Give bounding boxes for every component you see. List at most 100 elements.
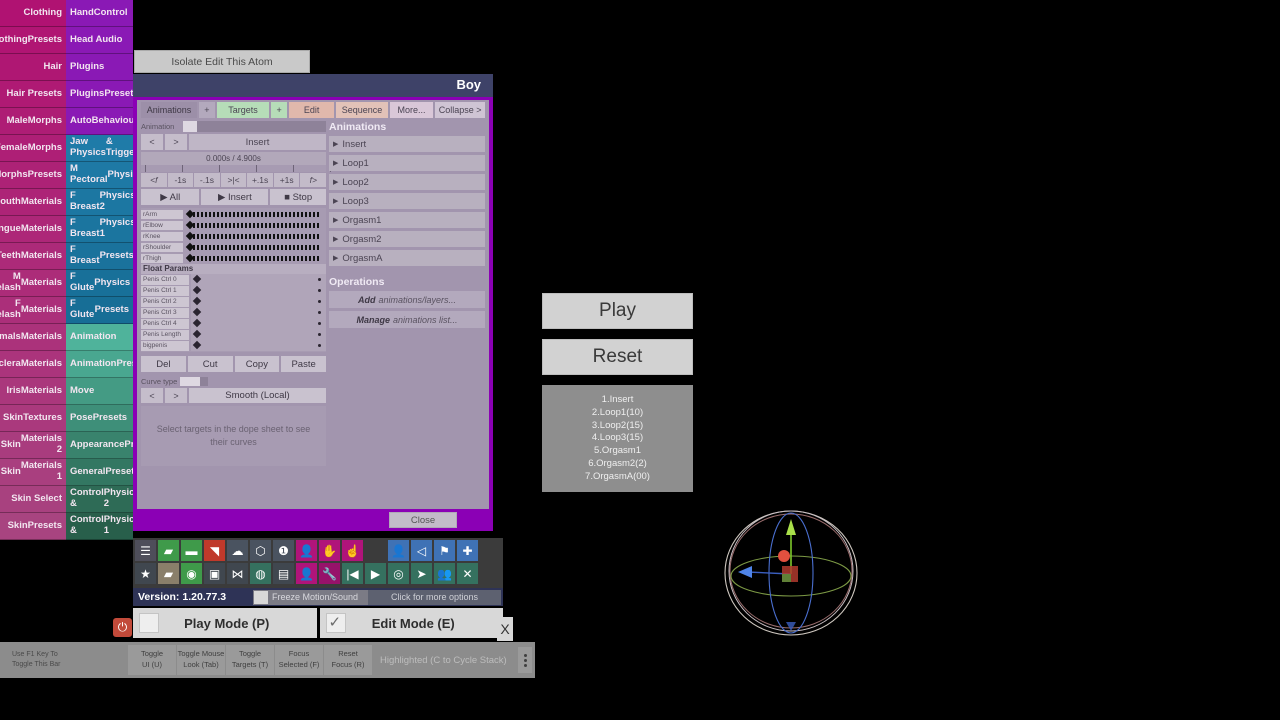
- float-param-track-5[interactable]: [191, 329, 326, 340]
- sidebar-item-right-7[interactable]: F Breast Physics 2: [66, 189, 133, 216]
- freeze-motion-toggle[interactable]: Freeze Motion/Sound: [253, 589, 368, 605]
- float-param-row[interactable]: Penis Ctrl 3: [141, 307, 326, 318]
- float-param-track-0[interactable]: [191, 274, 326, 285]
- animation-prev-button[interactable]: <: [141, 134, 163, 150]
- float-param-label-0[interactable]: Penis Ctrl 0: [141, 274, 189, 285]
- transport-button-0[interactable]: <f: [141, 173, 167, 187]
- sidebar-item-right-16[interactable]: AppearancePresets: [66, 432, 133, 459]
- sidebar-item-left-16[interactable]: Skin Materials 2: [0, 432, 66, 459]
- alert-icon[interactable]: ❶: [273, 540, 294, 561]
- animation-item-5[interactable]: ▶ Orgasm2: [329, 231, 485, 247]
- cursor-icon[interactable]: ➤: [411, 563, 432, 584]
- float-param-label-6[interactable]: bigpenis: [141, 340, 189, 351]
- tab-more-6[interactable]: More...: [389, 102, 434, 118]
- dope-track-3[interactable]: [185, 242, 326, 252]
- edit-mode-toggle[interactable]: ✓ Edit Mode (E): [319, 608, 503, 638]
- float-param-row[interactable]: Penis Ctrl 1: [141, 285, 326, 296]
- flag-icon[interactable]: ⚑: [434, 540, 455, 561]
- camera-icon[interactable]: ▣: [204, 563, 225, 584]
- animation-item-2[interactable]: ▶ Loop2: [329, 174, 485, 190]
- animation-next-button[interactable]: >: [165, 134, 187, 150]
- sidebar-item-right-17[interactable]: GeneralPresets: [66, 459, 133, 486]
- current-animation-button[interactable]: Insert: [189, 134, 326, 150]
- f1-key-2[interactable]: Toggle Targets (T): [226, 645, 274, 675]
- wrench-icon[interactable]: 🔧: [319, 563, 340, 584]
- dope-target-label-3[interactable]: rShoulder: [141, 242, 183, 252]
- tab--3[interactable]: +: [271, 102, 287, 118]
- float-param-row[interactable]: bigpenis: [141, 340, 326, 351]
- float-param-end-keyframe[interactable]: [318, 300, 321, 303]
- freeze-checkbox[interactable]: [254, 590, 268, 604]
- tab-sequence-5[interactable]: Sequence: [336, 102, 388, 118]
- float-param-keyframe[interactable]: [192, 296, 202, 306]
- float-param-track-4[interactable]: [191, 318, 326, 329]
- open-scene-icon[interactable]: ▰: [158, 540, 179, 561]
- play-mode-toggle[interactable]: Play Mode (P): [133, 608, 317, 638]
- float-param-end-keyframe[interactable]: [318, 289, 321, 292]
- expand-arrow-icon[interactable]: ▶: [333, 140, 338, 148]
- sidebar-item-left-5[interactable]: FemaleMorphs: [0, 135, 66, 162]
- timeline-ruler[interactable]: [141, 165, 331, 172]
- animation-item-4[interactable]: ▶ Orgasm1: [329, 212, 485, 228]
- dope-row[interactable]: rThigh: [141, 253, 326, 263]
- f1-key-4[interactable]: Reset Focus (R): [324, 645, 372, 675]
- curve-next-button[interactable]: >: [165, 388, 187, 403]
- float-param-end-keyframe[interactable]: [318, 344, 321, 347]
- transport-button-6[interactable]: f>: [300, 173, 327, 187]
- sidebar-item-right-18[interactable]: Control &Physics 2: [66, 486, 133, 513]
- play-mode-checkbox[interactable]: [139, 613, 159, 633]
- dope-track-0[interactable]: [185, 209, 326, 219]
- float-param-keyframe[interactable]: [192, 307, 202, 317]
- transport-button-3[interactable]: >|<: [220, 173, 247, 187]
- sidebar-item-right-11[interactable]: F Glute Presets: [66, 297, 133, 324]
- tab-edit-4[interactable]: Edit: [289, 102, 335, 118]
- f1-key-0[interactable]: Toggle UI (U): [128, 645, 176, 675]
- float-param-label-2[interactable]: Penis Ctrl 2: [141, 296, 189, 307]
- close-button[interactable]: Close: [389, 512, 457, 528]
- reset-button[interactable]: Reset: [542, 339, 693, 375]
- float-param-track-2[interactable]: [191, 296, 326, 307]
- dope-target-label-4[interactable]: rThigh: [141, 253, 183, 263]
- package-icon[interactable]: ⬡: [250, 540, 271, 561]
- dope-track-2[interactable]: [185, 231, 326, 241]
- curve-type-slider[interactable]: [180, 377, 209, 386]
- sidebar-item-right-8[interactable]: F Breast Physics 1: [66, 216, 133, 243]
- node-graph-icon[interactable]: ⋈: [227, 563, 248, 584]
- plus-icon[interactable]: ✚: [457, 540, 478, 561]
- transport-button-1[interactable]: -1s: [167, 173, 194, 187]
- sidebar-item-right-2[interactable]: Plugins: [66, 54, 133, 81]
- sidebar-item-right-0[interactable]: Hand Control: [66, 0, 133, 27]
- dope-sheet[interactable]: rArm rElbow rKnee rShoulder rThigh Float Para…: [141, 208, 326, 352]
- document-icon[interactable]: ▤: [273, 563, 294, 584]
- expand-arrow-icon[interactable]: ▶: [333, 197, 338, 205]
- physics-icon[interactable]: ◍: [250, 563, 271, 584]
- float-param-end-keyframe[interactable]: [318, 333, 321, 336]
- open-tan-icon[interactable]: ▰: [158, 563, 179, 584]
- operation-item-1[interactable]: Manage animations list...: [329, 311, 485, 328]
- sidebar-item-right-4[interactable]: AutoBehaviours: [66, 108, 133, 135]
- f1-key-1[interactable]: Toggle Mouse Look (Tab): [177, 645, 225, 675]
- sidebar-item-right-12[interactable]: Animation: [66, 324, 133, 351]
- sidebar-item-left-19[interactable]: Skin Presets: [0, 513, 66, 540]
- sidebar-item-left-17[interactable]: Skin Materials 1: [0, 459, 66, 486]
- sidebar-item-left-1[interactable]: ClothingPresets: [0, 27, 66, 54]
- transform-gizmo[interactable]: [722, 508, 860, 638]
- animation-slider[interactable]: [183, 121, 326, 132]
- tools-icon[interactable]: ✕: [457, 563, 478, 584]
- float-param-keyframe[interactable]: [192, 318, 202, 328]
- dope-row[interactable]: rArm: [141, 209, 326, 219]
- float-param-label-1[interactable]: Penis Ctrl 1: [141, 285, 189, 296]
- float-param-track-1[interactable]: [191, 285, 326, 296]
- cut-button[interactable]: Cut: [187, 356, 233, 372]
- del-button[interactable]: Del: [141, 356, 186, 372]
- save-scene-icon[interactable]: ◥: [204, 540, 225, 561]
- transport-button-4[interactable]: +.1s: [247, 173, 273, 187]
- dope-row[interactable]: rKnee: [141, 231, 326, 241]
- add-person-icon[interactable]: 👤: [296, 540, 317, 561]
- pointer-hand-icon[interactable]: ☝: [342, 540, 363, 561]
- play-current-button[interactable]: ▶ Insert: [201, 189, 269, 205]
- tab--1[interactable]: +: [198, 102, 215, 118]
- play-button[interactable]: Play: [542, 293, 693, 329]
- animation-slider-knob[interactable]: [183, 121, 197, 132]
- unity-icon[interactable]: ◁: [411, 540, 432, 561]
